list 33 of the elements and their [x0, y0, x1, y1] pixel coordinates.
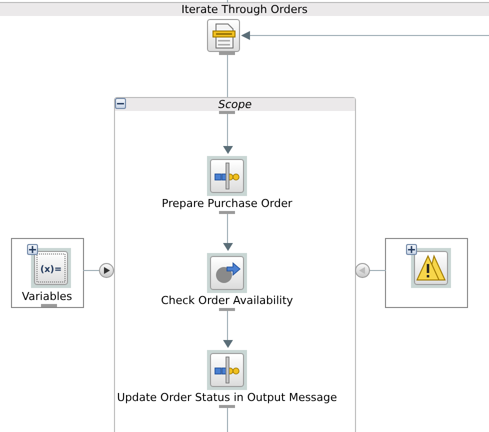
scope-title: Scope [218, 98, 252, 111]
activity-label: Update Order Status in Output Message [116, 391, 338, 404]
activity-label: Check Order Availability [160, 294, 294, 307]
minus-icon [117, 100, 124, 107]
grip-bar [219, 211, 235, 214]
document-icon [210, 22, 238, 50]
expand-toggle[interactable] [406, 244, 417, 255]
activity-node[interactable] [207, 156, 247, 196]
arrowhead-icon [222, 243, 232, 251]
grip-bar [219, 52, 235, 55]
expand-right-icon[interactable] [99, 263, 114, 278]
loop-start-node[interactable] [207, 19, 240, 52]
grip-bar [219, 405, 235, 408]
plus-icon [29, 246, 36, 253]
grip-bar [41, 304, 57, 307]
expand-left-icon[interactable] [355, 263, 370, 278]
loop-title: Iterate Through Orders [0, 2, 489, 16]
assign-icon [213, 356, 241, 384]
expand-toggle[interactable] [27, 244, 38, 255]
arrowhead-icon [241, 31, 250, 40]
assign-icon [213, 162, 241, 190]
plus-icon [408, 246, 415, 253]
activity-node[interactable] [207, 253, 247, 293]
arrowhead-icon [222, 146, 232, 154]
activity-label: Prepare Purchase Order [162, 197, 292, 210]
variables-label: Variables [22, 290, 72, 303]
grip-bar [219, 111, 235, 114]
fault-handler-node[interactable] [411, 248, 451, 288]
arrowhead-icon [222, 340, 232, 348]
warning-icon [416, 253, 446, 283]
collapse-toggle[interactable] [115, 98, 126, 109]
grip-bar [219, 308, 235, 311]
activity-node[interactable] [207, 350, 247, 390]
